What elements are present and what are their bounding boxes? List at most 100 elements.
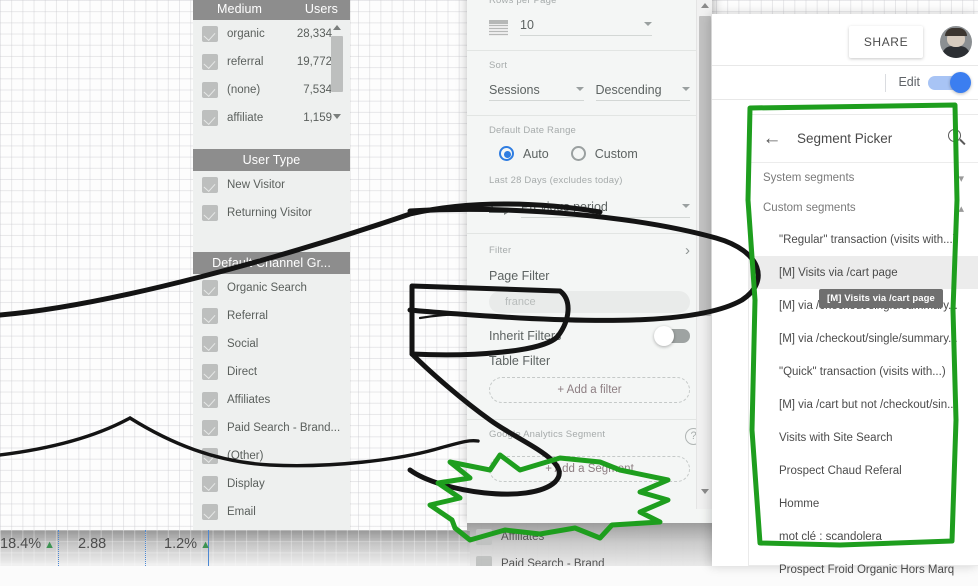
scrollbar-thumb[interactable] <box>331 36 343 92</box>
list-item[interactable]: Organic Search <box>193 274 350 302</box>
ga-segment-section: Google Analytics Segment ? + Add a Segme… <box>467 419 712 482</box>
checkbox-icon <box>476 528 492 545</box>
list-item[interactable]: Prospect Froid Organic Hors Marq <box>749 553 978 586</box>
group-title: Default Channel Gr... <box>212 256 331 270</box>
list-item[interactable]: (Other) <box>193 442 350 470</box>
settings-panel-scrollbar[interactable] <box>696 0 712 509</box>
chevron-up-icon[interactable]: ▴ <box>958 202 964 215</box>
list-item[interactable]: (none) 7,534 <box>193 76 350 104</box>
app-top-bar: SHARE <box>712 14 978 66</box>
list-item[interactable]: Returning Visitor <box>193 199 350 227</box>
list-item[interactable]: Display <box>193 470 350 498</box>
list-item-label: (Other) <box>227 450 264 462</box>
list-item[interactable]: Paid Search - Brand... <box>193 414 350 442</box>
edit-toggle[interactable] <box>928 72 971 93</box>
list-item[interactable]: affiliate 1,159 <box>193 104 350 132</box>
segment-group-system[interactable]: System segments ▾ <box>749 163 978 193</box>
list-item[interactable]: Homme <box>749 487 978 520</box>
checkbox-icon[interactable] <box>202 336 218 352</box>
avatar[interactable] <box>940 26 972 58</box>
inherit-filters-toggle[interactable] <box>654 326 690 346</box>
scroll-down-arrow-icon[interactable] <box>329 110 345 124</box>
list-item[interactable]: "Regular" transaction (visits with...) <box>749 223 978 256</box>
underlying-table-sliver: Affiliates Paid Search - Brand <box>467 523 720 566</box>
chevron-down-icon[interactable] <box>644 21 652 26</box>
add-filter-button[interactable]: + Add a filter <box>489 377 690 403</box>
chevron-down-icon[interactable] <box>575 86 584 91</box>
list-item-selected[interactable]: [M] Visits via /cart page <box>749 256 978 289</box>
chevron-down-icon[interactable]: ▾ <box>958 172 964 185</box>
page-title: Segment Picker <box>797 131 893 146</box>
checkbox-icon[interactable] <box>202 392 218 408</box>
list-item-label: Organic Search <box>227 282 307 294</box>
chevron-right-icon[interactable]: › <box>685 243 690 258</box>
sort-section: Sort Sessions Descending <box>467 50 712 115</box>
search-icon[interactable] <box>946 128 968 150</box>
scroll-up-arrow-icon[interactable] <box>697 0 713 13</box>
page-filter-value: france <box>505 296 536 308</box>
scroll-down-arrow-icon[interactable] <box>697 484 713 499</box>
list-item-value: 1,159 <box>303 112 332 124</box>
date-range-text: Last 28 Days (excludes today) <box>489 175 623 186</box>
radio-auto[interactable] <box>499 146 514 161</box>
list-item[interactable]: Affiliates <box>193 386 350 414</box>
filter-label: Filter <box>489 245 512 256</box>
scrollbar-thumb[interactable] <box>699 16 711 316</box>
back-arrow-icon[interactable]: ← <box>759 128 785 150</box>
group-title: User Type <box>242 153 301 167</box>
compare-arrows-icon <box>488 202 509 216</box>
metric-value: 2.88 <box>78 536 107 552</box>
list-item[interactable]: Visits with Site Search <box>749 421 978 454</box>
share-button[interactable]: SHARE <box>849 26 923 58</box>
page-filter-input[interactable]: france <box>489 291 690 313</box>
list-item[interactable]: Social <box>193 330 350 358</box>
chevron-down-icon[interactable] <box>682 203 690 208</box>
segment-item-label: "Quick" transaction (visits with...) <box>779 365 946 378</box>
segment-group-label: System segments <box>763 172 855 184</box>
checkbox-icon[interactable] <box>202 476 218 492</box>
checkbox-icon[interactable] <box>202 54 218 70</box>
checkbox-icon[interactable] <box>202 110 218 126</box>
checkbox-icon[interactable] <box>202 308 218 324</box>
list-item[interactable]: Referral <box>193 302 350 330</box>
list-item[interactable]: Direct <box>193 358 350 386</box>
list-item[interactable]: Email <box>193 498 350 526</box>
checkbox-icon[interactable] <box>202 26 218 42</box>
table-row: Paid Search - Brand <box>467 550 720 566</box>
scroll-up-arrow-icon[interactable] <box>329 20 345 34</box>
checkbox-icon[interactable] <box>202 205 218 221</box>
checkbox-icon[interactable] <box>202 448 218 464</box>
trend-up-icon: ▲ <box>41 539 56 551</box>
checkbox-icon[interactable] <box>202 504 218 520</box>
rows-per-page-select[interactable]: 10 <box>520 18 652 36</box>
bottom-metrics-strip: 18.4% ▲ 2.88 1.2% ▲ <box>0 530 470 566</box>
list-item[interactable]: organic 28,334 <box>193 20 350 48</box>
list-item[interactable]: New Visitor <box>193 171 350 199</box>
share-label: SHARE <box>863 35 909 49</box>
list-item[interactable]: "Quick" transaction (visits with...) <box>749 355 978 388</box>
ga-segment-label: Google Analytics Segment <box>489 429 606 440</box>
segment-item-label: [M] Visits via /cart page <box>779 266 898 279</box>
sort-field-select[interactable]: Sessions <box>489 83 584 101</box>
sort-direction-select[interactable]: Descending <box>595 83 690 101</box>
list-item[interactable]: referral 19,772 <box>193 48 350 76</box>
medium-list-scrollbar[interactable] <box>329 20 345 124</box>
compare-period-select[interactable]: Previous period <box>521 200 690 218</box>
list-item[interactable]: mot clé : scandolera <box>749 520 978 553</box>
segment-item-label: [M] via /cart but not /checkout/sin... <box>779 398 957 411</box>
checkbox-icon[interactable] <box>202 280 218 296</box>
list-item-label: Social <box>227 338 259 350</box>
checkbox-icon[interactable] <box>202 177 218 193</box>
segment-group-custom[interactable]: Custom segments ▴ <box>749 193 978 223</box>
checkbox-icon[interactable] <box>202 364 218 380</box>
add-segment-button[interactable]: + Add a Segment <box>489 456 690 482</box>
list-item[interactable]: [M] via /cart but not /checkout/sin... <box>749 388 978 421</box>
list-item[interactable]: [M] via /checkout/single/summary... <box>749 322 978 355</box>
checkbox-icon[interactable] <box>202 420 218 436</box>
inherit-filters-label: Inherit Filters <box>489 329 562 343</box>
chevron-down-icon[interactable] <box>682 86 690 91</box>
list-item[interactable]: Prospect Chaud Referal <box>749 454 978 487</box>
radio-custom[interactable] <box>570 146 586 161</box>
divider <box>885 74 886 92</box>
checkbox-icon[interactable] <box>202 82 218 98</box>
